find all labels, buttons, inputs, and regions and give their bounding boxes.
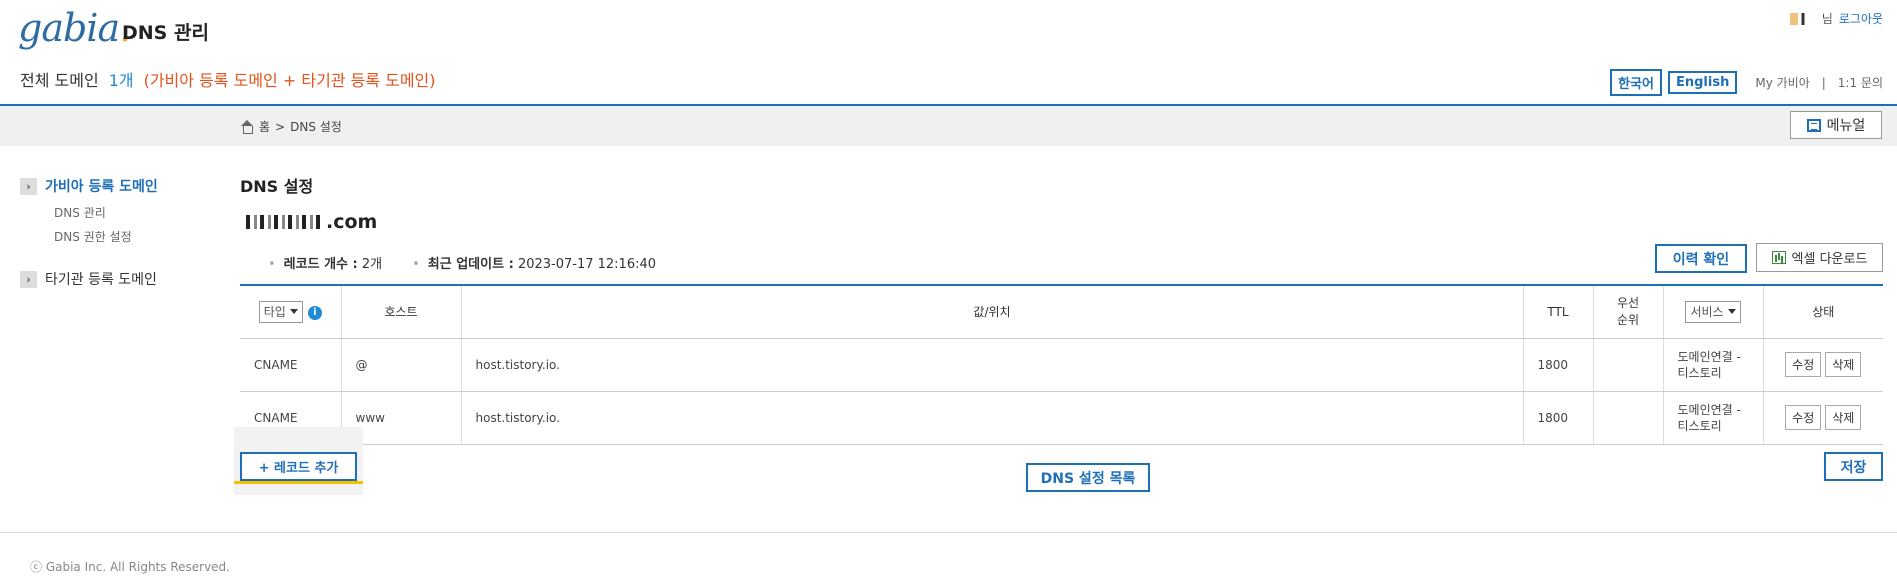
- domain-suffix: .com: [326, 211, 378, 233]
- history-button[interactable]: 이력 확인: [1655, 244, 1747, 273]
- inquiry-link[interactable]: 1:1 문의: [1838, 74, 1883, 91]
- footer-copyright: ⓒ Gabia Inc. All Rights Reserved.: [30, 560, 230, 574]
- top-links: 한국어 English My 가비아 | 1:1 문의: [1610, 69, 1883, 96]
- chevron-down-icon: [289, 309, 298, 315]
- breadcrumb-separator: >: [275, 119, 286, 134]
- record-priority: [1592, 391, 1663, 445]
- service-line1: 도메인연결 -: [1677, 349, 1741, 364]
- info-icon[interactable]: i: [307, 305, 322, 320]
- record-count-label: 레코드 개수 :: [283, 257, 358, 272]
- add-record-button[interactable]: + 레코드 추가: [240, 452, 357, 481]
- sidebar-group-gabia-domains[interactable]: › 가비아 등록 도메인: [20, 176, 158, 196]
- last-update: 최근 업데이트 : 2023-07-17 12:16:40: [412, 253, 656, 272]
- app-title: DNS 관리: [122, 22, 209, 44]
- excel-download-label: 엑셀 다운로드: [1791, 252, 1868, 267]
- dns-list-button[interactable]: DNS 설정 목록: [1026, 463, 1150, 492]
- edit-button[interactable]: 수정: [1785, 405, 1822, 430]
- record-status: 수정 삭제: [1762, 391, 1883, 445]
- lang-english-button[interactable]: English: [1667, 71, 1738, 94]
- service-header: 서비스: [1662, 285, 1763, 339]
- domain-name: .com: [246, 211, 377, 233]
- excel-download-button[interactable]: 엑셀 다운로드: [1756, 243, 1883, 272]
- sidebar-group-other-domains[interactable]: › 타기관 등록 도메인: [20, 269, 157, 289]
- record-service: 도메인연결 - 티스토리: [1662, 391, 1763, 445]
- record-priority: [1592, 338, 1663, 392]
- footer-divider: [0, 532, 1897, 533]
- status-header: 상태: [1762, 285, 1883, 339]
- chevron-down-icon: [1727, 309, 1736, 315]
- record-ttl: 1800: [1522, 338, 1593, 392]
- record-service: 도메인연결 - 티스토리: [1662, 338, 1763, 392]
- record-type: CNAME: [240, 338, 341, 392]
- gabia-logo[interactable]: gabia.: [18, 6, 131, 50]
- service-line2: 티스토리: [1677, 365, 1722, 380]
- domain-count-label: 전체 도메인: [20, 71, 99, 90]
- breadcrumb-home[interactable]: 홈: [259, 118, 270, 135]
- record-value: host.tistory.io.: [460, 338, 1523, 392]
- logo-text: gabia: [18, 6, 120, 50]
- chevron-right-icon: ›: [20, 270, 37, 288]
- user-area: 님 로그아웃: [1789, 10, 1883, 27]
- type-filter-select[interactable]: 타입: [258, 300, 303, 323]
- link-separator: |: [1821, 75, 1826, 90]
- record-count-value: 2개: [361, 257, 383, 272]
- home-icon[interactable]: [240, 119, 254, 134]
- dns-records-table: 타입 i 호스트 값/위치 TTL 우선 순위 서비스 상태 CNAME @ ho…: [240, 284, 1883, 445]
- breadcrumb: 홈 > DNS 설정: [240, 118, 342, 135]
- sidebar-item-dns-management[interactable]: DNS 관리: [54, 204, 106, 221]
- service-line1: 도메인연결 -: [1677, 402, 1741, 417]
- record-value: host.tistory.io.: [460, 391, 1523, 445]
- table-header-row: 타입 i 호스트 값/위치 TTL 우선 순위 서비스 상태: [240, 285, 1883, 339]
- last-update-value: 2023-07-17 12:16:40: [517, 257, 657, 272]
- type-header: 타입 i: [240, 285, 341, 339]
- user-suffix: 님: [1821, 12, 1833, 26]
- sidebar-group-label: 타기관 등록 도메인: [45, 272, 157, 288]
- my-gabia-link[interactable]: My 가비아: [1755, 74, 1809, 91]
- table-row: CNAME @ host.tistory.io. 1800 도메인연결 - 티스토…: [240, 338, 1883, 392]
- type-select-label: 타입: [263, 305, 286, 320]
- edit-button[interactable]: 수정: [1785, 352, 1822, 377]
- sidebar-item-dns-permissions[interactable]: DNS 권한 설정: [54, 228, 132, 245]
- delete-button[interactable]: 삭제: [1825, 405, 1862, 430]
- record-ttl: 1800: [1522, 391, 1593, 445]
- delete-button[interactable]: 삭제: [1825, 352, 1862, 377]
- spreadsheet-icon: [1771, 251, 1786, 264]
- priority-header: 우선 순위: [1592, 285, 1663, 339]
- manual-label: 메뉴얼: [1826, 118, 1866, 134]
- domain-count-sub: (가비아 등록 도메인 + 타기관 등록 도메인): [143, 71, 436, 90]
- record-count: 레코드 개수 : 2개: [268, 253, 382, 272]
- logout-link[interactable]: 로그아웃: [1839, 10, 1883, 27]
- host-header: 호스트: [340, 285, 461, 339]
- service-filter-select[interactable]: 서비스: [1685, 300, 1741, 323]
- sidebar-group-label: 가비아 등록 도메인: [45, 179, 158, 195]
- lang-korean-button[interactable]: 한국어: [1610, 69, 1662, 96]
- record-stats: 레코드 개수 : 2개 최근 업데이트 : 2023-07-17 12:16:4…: [268, 253, 656, 272]
- service-line2: 티스토리: [1677, 418, 1722, 433]
- priority-header-label: 우선 순위: [1616, 295, 1640, 327]
- record-status: 수정 삭제: [1762, 338, 1883, 392]
- masked-domain: [246, 215, 324, 229]
- domain-count: 전체 도메인 1개 (가비아 등록 도메인 + 타기관 등록 도메인): [20, 67, 436, 91]
- value-header: 값/위치: [460, 285, 1523, 339]
- record-host: @: [340, 338, 461, 392]
- breadcrumb-current: DNS 설정: [290, 120, 342, 134]
- masked-username: [1789, 12, 1816, 25]
- last-update-label: 최근 업데이트 :: [427, 257, 514, 272]
- manual-button[interactable]: 메뉴얼: [1790, 111, 1882, 139]
- document-icon: [1806, 118, 1821, 132]
- table-row: CNAME www host.tistory.io. 1800 도메인연결 -티…: [240, 391, 1883, 445]
- add-record-underline: [234, 481, 363, 484]
- domain-count-value[interactable]: 1개: [109, 71, 134, 90]
- chevron-right-icon: ›: [20, 177, 37, 195]
- service-select-label: 서비스: [1690, 305, 1724, 320]
- ttl-header: TTL: [1522, 285, 1593, 339]
- save-button[interactable]: 저장: [1824, 452, 1883, 481]
- section-title: DNS 설정: [240, 177, 314, 196]
